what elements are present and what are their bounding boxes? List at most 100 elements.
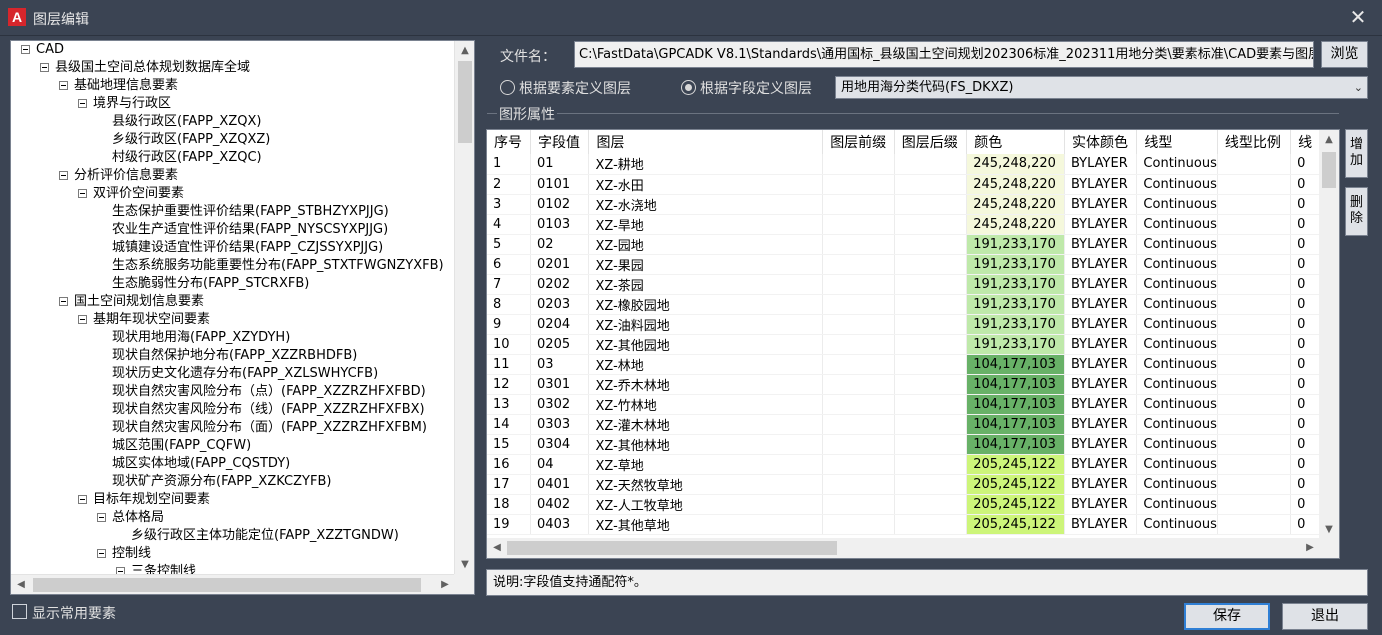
cell-empty[interactable] xyxy=(894,234,968,255)
cell-empty[interactable] xyxy=(1217,234,1292,255)
tree-node[interactable]: 控制线 xyxy=(11,545,455,563)
cell-idx[interactable]: 19 xyxy=(487,514,532,535)
table-vertical-scrollbar[interactable]: ▲ ▼ xyxy=(1319,130,1339,540)
tree-node[interactable]: 现状历史文化遗存分布(FAPP_XZLSWHYCFB) xyxy=(11,365,455,383)
table-row[interactable]: 6 0201 XZ-果园 191,233,170 BYLAYER Continuous 0 xyxy=(487,254,1320,275)
cell-color[interactable]: 245,248,220 xyxy=(966,154,1065,175)
cell-empty[interactable] xyxy=(822,254,895,275)
cell-last[interactable]: 0 xyxy=(1290,454,1320,475)
cell-last[interactable]: 0 xyxy=(1290,474,1320,495)
cell-empty[interactable] xyxy=(1217,414,1292,435)
cell-color[interactable]: 104,177,103 xyxy=(966,354,1065,375)
table-row[interactable]: 19 0403 XZ-其他草地 205,245,122 BYLAYER Continuou… xyxy=(487,514,1320,535)
cell-entity[interactable]: BYLAYER xyxy=(1064,414,1138,435)
cell-layer[interactable]: XZ-水田 xyxy=(588,174,824,195)
cell-layer[interactable]: XZ-林地 xyxy=(588,354,824,375)
table-row[interactable]: 15 0304 XZ-其他林地 104,177,103 BYLAYER Continuou… xyxy=(487,434,1320,455)
table-row[interactable]: 8 0203 XZ-橡胶园地 191,233,170 BYLAYER Continuous… xyxy=(487,294,1320,315)
cell-value[interactable]: 0101 xyxy=(530,174,590,195)
cell-idx[interactable]: 10 xyxy=(487,334,532,355)
cell-layer[interactable]: XZ-其他林地 xyxy=(588,434,824,455)
cell-color[interactable]: 245,248,220 xyxy=(966,194,1065,215)
table-row[interactable]: 11 03 XZ-林地 104,177,103 BYLAYER Continuous 0 xyxy=(487,354,1320,375)
cell-empty[interactable] xyxy=(822,414,895,435)
cell-empty[interactable] xyxy=(822,514,895,535)
cell-empty[interactable] xyxy=(894,374,968,395)
cell-last[interactable]: 0 xyxy=(1290,194,1320,215)
table-row[interactable]: 2 0101 XZ-水田 245,248,220 BYLAYER Continuous 0 xyxy=(487,174,1320,195)
cell-ltype[interactable]: Continuous xyxy=(1136,214,1218,235)
scroll-right-icon[interactable]: ▶ xyxy=(436,576,454,594)
cell-entity[interactable]: BYLAYER xyxy=(1064,514,1138,535)
collapse-toggle-icon[interactable] xyxy=(59,81,68,90)
cell-idx[interactable]: 9 xyxy=(487,314,532,335)
cell-entity[interactable]: BYLAYER xyxy=(1064,454,1138,475)
cell-empty[interactable] xyxy=(1217,434,1292,455)
cell-ltype[interactable]: Continuous xyxy=(1136,334,1218,355)
cell-color[interactable]: 104,177,103 xyxy=(966,434,1065,455)
table-row[interactable]: 5 02 XZ-园地 191,233,170 BYLAYER Continuous 0 xyxy=(487,234,1320,255)
cell-ltype[interactable]: Continuous xyxy=(1136,374,1218,395)
column-header[interactable]: 图层 xyxy=(588,130,824,154)
cell-entity[interactable]: BYLAYER xyxy=(1064,334,1138,355)
tree-node[interactable]: 目标年规划空间要素 xyxy=(11,491,455,509)
cell-empty[interactable] xyxy=(894,294,968,315)
cell-entity[interactable]: BYLAYER xyxy=(1064,274,1138,295)
cell-empty[interactable] xyxy=(822,334,895,355)
cell-ltype[interactable]: Continuous xyxy=(1136,354,1218,375)
column-header[interactable]: 图层前缀 xyxy=(822,130,895,154)
cell-ltype[interactable]: Continuous xyxy=(1136,434,1218,455)
collapse-toggle-icon[interactable] xyxy=(59,171,68,180)
cell-idx[interactable]: 14 xyxy=(487,414,532,435)
cell-value[interactable]: 01 xyxy=(530,154,590,175)
cell-last[interactable]: 0 xyxy=(1290,394,1320,415)
tree-node[interactable]: 现状自然灾害风险分布（点）(FAPP_XZZRZHFXFBD) xyxy=(11,383,455,401)
cell-layer[interactable]: XZ-灌木林地 xyxy=(588,414,824,435)
table-row[interactable]: 10 0205 XZ-其他园地 191,233,170 BYLAYER Continuou… xyxy=(487,334,1320,355)
tree-horizontal-scrollbar[interactable]: ◀ ▶ xyxy=(11,574,455,594)
cell-empty[interactable] xyxy=(1217,194,1292,215)
cell-empty[interactable] xyxy=(1217,294,1292,315)
cell-idx[interactable]: 3 xyxy=(487,194,532,215)
table-row[interactable]: 4 0103 XZ-旱地 245,248,220 BYLAYER Continuous 0 xyxy=(487,214,1320,235)
cell-last[interactable]: 0 xyxy=(1290,274,1320,295)
cell-last[interactable]: 0 xyxy=(1290,374,1320,395)
cell-last[interactable]: 0 xyxy=(1290,214,1320,235)
cell-ltype[interactable]: Continuous xyxy=(1136,274,1218,295)
cell-layer[interactable]: XZ-乔木林地 xyxy=(588,374,824,395)
tree-node[interactable]: 城区范围(FAPP_CQFW) xyxy=(11,437,455,455)
cell-layer[interactable]: XZ-旱地 xyxy=(588,214,824,235)
cell-entity[interactable]: BYLAYER xyxy=(1064,394,1138,415)
cell-layer[interactable]: XZ-其他草地 xyxy=(588,514,824,535)
cell-empty[interactable] xyxy=(1217,474,1292,495)
tree-node[interactable]: 乡级行政区(FAPP_XZQXZ) xyxy=(11,131,455,149)
radio-by-field[interactable] xyxy=(681,80,696,95)
cell-entity[interactable]: BYLAYER xyxy=(1064,354,1138,375)
tree-node[interactable]: 现状矿产资源分布(FAPP_XZKCZYFB) xyxy=(11,473,455,491)
collapse-toggle-icon[interactable] xyxy=(78,189,87,198)
cell-entity[interactable]: BYLAYER xyxy=(1064,294,1138,315)
tree-node[interactable]: 县级行政区(FAPP_XZQX) xyxy=(11,113,455,131)
cell-ltype[interactable]: Continuous xyxy=(1136,474,1218,495)
cell-color[interactable]: 205,245,122 xyxy=(966,494,1065,515)
table-row[interactable]: 14 0303 XZ-灌木林地 104,177,103 BYLAYER Continuou… xyxy=(487,414,1320,435)
cell-idx[interactable]: 4 xyxy=(487,214,532,235)
cell-empty[interactable] xyxy=(822,394,895,415)
cell-color[interactable]: 205,245,122 xyxy=(966,514,1065,535)
tree-node[interactable]: 城区实体地域(FAPP_CQSTDY) xyxy=(11,455,455,473)
cell-empty[interactable] xyxy=(1217,374,1292,395)
table-row[interactable]: 3 0102 XZ-水浇地 245,248,220 BYLAYER Continuous 0 xyxy=(487,194,1320,215)
cell-empty[interactable] xyxy=(894,454,968,475)
cell-entity[interactable]: BYLAYER xyxy=(1064,194,1138,215)
tree-node[interactable]: 现状用地用海(FAPP_XZYDYH) xyxy=(11,329,455,347)
cell-idx[interactable]: 16 xyxy=(487,454,532,475)
cell-empty[interactable] xyxy=(894,154,968,175)
cell-entity[interactable]: BYLAYER xyxy=(1064,234,1138,255)
cell-value[interactable]: 0204 xyxy=(530,314,590,335)
cell-empty[interactable] xyxy=(1217,514,1292,535)
cell-value[interactable]: 0205 xyxy=(530,334,590,355)
cell-empty[interactable] xyxy=(1217,494,1292,515)
cell-value[interactable]: 03 xyxy=(530,354,590,375)
cell-value[interactable]: 0103 xyxy=(530,214,590,235)
cell-idx[interactable]: 17 xyxy=(487,474,532,495)
